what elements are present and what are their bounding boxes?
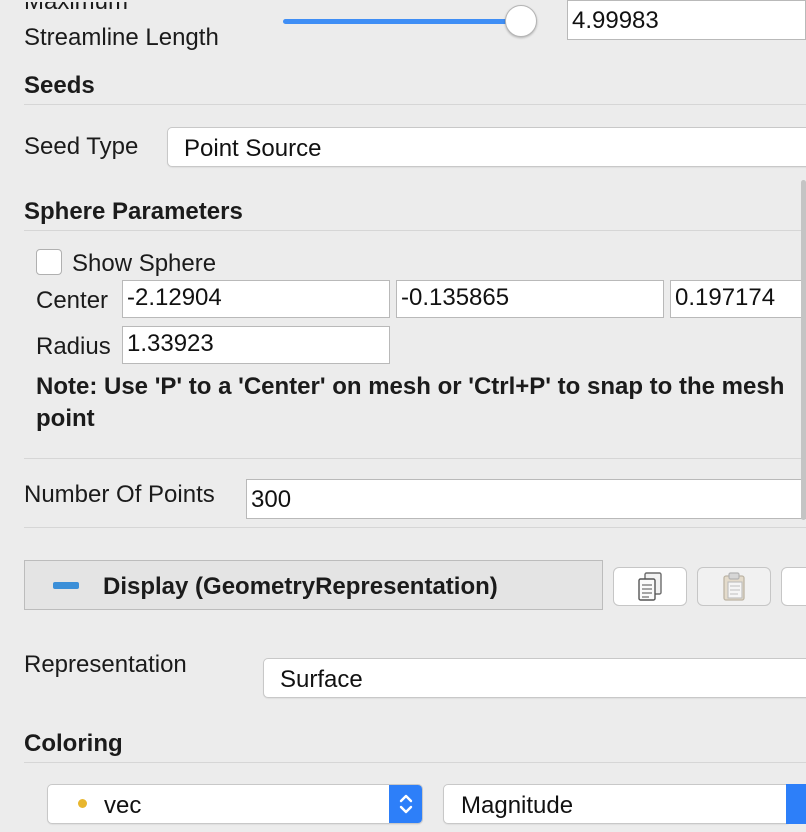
chevron-updown-icon (399, 794, 413, 814)
section-divider (24, 762, 806, 763)
seeds-section-title: Seeds (24, 72, 95, 99)
coloring-component-dropdown[interactable]: Magnitude (443, 784, 791, 824)
number-of-points-label: Number Of Points (24, 481, 215, 508)
component-stepper[interactable] (786, 784, 806, 824)
center-z-field[interactable]: 0.197174 (670, 280, 806, 318)
display-section-header[interactable]: Display (GeometryRepresentation) (24, 560, 603, 610)
representation-dropdown[interactable]: Surface (263, 658, 806, 698)
max-streamline-length-label: Maximum (24, 0, 129, 15)
collapse-icon[interactable] (53, 582, 79, 589)
display-section-title: Display (GeometryRepresentation) (103, 573, 498, 600)
number-of-points-field[interactable]: 300 (246, 479, 806, 519)
snap-note: Note: Use 'P' to a 'Center' on mesh or '… (36, 373, 785, 432)
coloring-section-title: Coloring (24, 730, 123, 757)
center-x-field[interactable]: -2.12904 (122, 280, 390, 318)
center-y-field[interactable]: -0.135865 (396, 280, 664, 318)
more-display-button[interactable] (781, 567, 806, 606)
coloring-array-value: vec (104, 792, 142, 819)
point-data-icon (78, 799, 87, 808)
seed-type-dropdown[interactable]: Point Source (167, 127, 806, 167)
section-divider (24, 458, 806, 459)
sphere-parameters-title: Sphere Parameters (24, 198, 243, 225)
coloring-array-dropdown[interactable]: vec (47, 784, 423, 824)
radius-label: Radius (36, 333, 111, 360)
copy-button[interactable] (613, 567, 687, 606)
streamline-length-field[interactable]: 4.99983 (567, 0, 806, 40)
slider-track (283, 19, 515, 24)
representation-label: Representation (24, 651, 187, 678)
slider-handle[interactable] (505, 5, 537, 37)
paste-icon (723, 571, 745, 601)
seed-type-label: Seed Type (24, 133, 139, 160)
center-label: Center (36, 287, 109, 314)
max-streamline-length-label-2: Streamline Length (24, 24, 219, 51)
scrollbar[interactable] (801, 180, 806, 520)
section-divider (24, 230, 806, 231)
copy-icon (638, 571, 662, 601)
section-divider (24, 104, 806, 105)
radius-field[interactable]: 1.33923 (122, 326, 390, 364)
section-divider (24, 527, 806, 528)
show-sphere-label[interactable]: Show Sphere (72, 252, 216, 276)
paste-button[interactable] (697, 567, 771, 606)
show-sphere-checkbox[interactable] (36, 249, 62, 275)
dropdown-stepper[interactable] (389, 785, 422, 823)
streamline-length-slider[interactable] (283, 5, 537, 37)
